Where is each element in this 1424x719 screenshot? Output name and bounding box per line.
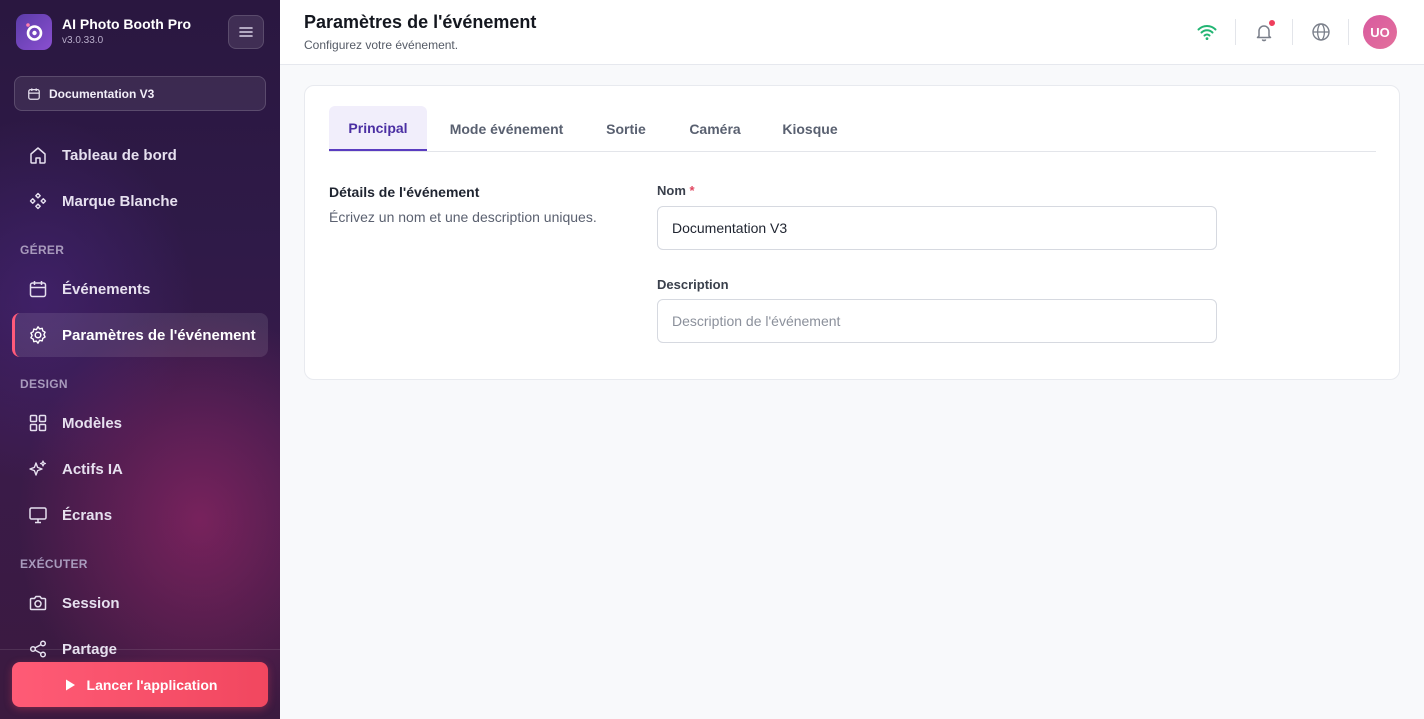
event-details-description: Écrivez un nom et une description unique… [329, 209, 597, 225]
wifi-status-icon[interactable] [1195, 20, 1219, 44]
sidebar-item-label: Événements [62, 280, 151, 298]
sidebar-item-label: Session [62, 594, 120, 612]
section-label-design: DESIGN [20, 377, 68, 391]
tab-output[interactable]: Sortie [594, 106, 658, 151]
calendar-icon [28, 87, 40, 100]
sidebar-item-label: Actifs IA [62, 460, 123, 478]
brand: AI Photo Booth Pro v3.0.33.0 [16, 14, 264, 50]
launch-app-label: Lancer l'application [86, 676, 218, 693]
app-logo-icon [16, 14, 52, 50]
tab-camera[interactable]: Caméra [679, 106, 751, 151]
description-field-label: Description [657, 277, 729, 292]
tab-kiosk[interactable]: Kiosque [772, 106, 848, 151]
sidebar-item-white-label[interactable]: Marque Blanche [12, 179, 268, 223]
sidebar-item-templates[interactable]: Modèles [12, 401, 268, 445]
event-details-title: Détails de l'événement [329, 184, 480, 200]
sidebar-item-label: Paramètres de l'événement [62, 326, 256, 344]
monitor-icon [29, 507, 47, 524]
name-label-text: Nom [657, 183, 686, 198]
sidebar-item-event-settings[interactable]: Paramètres de l'événement [12, 313, 268, 357]
event-selector[interactable]: Documentation V3 [14, 76, 266, 111]
globe-icon [1312, 23, 1330, 41]
page-title: Paramètres de l'événement [304, 12, 537, 32]
language-button[interactable] [1309, 20, 1333, 44]
header-divider [1292, 19, 1293, 45]
app-name: AI Photo Booth Pro [62, 16, 192, 32]
sidebar-item-dashboard[interactable]: Tableau de bord [12, 133, 268, 177]
notifications-button[interactable] [1252, 20, 1276, 44]
name-field-label: Nom * [657, 183, 695, 198]
app-version: v3.0.33.0 [62, 35, 104, 46]
notification-dot [1269, 20, 1275, 26]
settings-tabs: Principal Mode événement Sortie Caméra K… [329, 106, 1376, 152]
header-divider [1235, 19, 1236, 45]
tab-principal[interactable]: Principal [329, 106, 427, 151]
top-header: Paramètres de l'événement Configurez vot… [280, 0, 1424, 65]
sidebar-item-session[interactable]: Session [12, 581, 268, 625]
sparkles-icon [29, 460, 47, 476]
page-subtitle: Configurez votre événement. [304, 38, 459, 52]
event-selector-label: Documentation V3 [49, 86, 155, 101]
event-settings-card: Principal Mode événement Sortie Caméra K… [304, 85, 1400, 380]
required-marker: * [689, 183, 695, 198]
brand-icon [29, 192, 47, 210]
tab-event-mode[interactable]: Mode événement [439, 106, 574, 151]
camera-icon [29, 595, 47, 611]
header-divider [1348, 19, 1349, 45]
hamburger-icon [239, 27, 253, 37]
sidebar-item-label: Modèles [62, 414, 123, 432]
event-description-input[interactable] [657, 299, 1217, 343]
menu-toggle-button[interactable] [228, 15, 264, 49]
sidebar-item-label: Tableau de bord [62, 146, 177, 164]
sidebar-item-screens[interactable]: Écrans [12, 493, 268, 537]
grid-icon [29, 414, 47, 432]
section-label-run: EXÉCUTER [20, 557, 88, 571]
event-name-input[interactable] [657, 206, 1217, 250]
sidebar-item-events[interactable]: Événements [12, 267, 268, 311]
sidebar-item-label: Marque Blanche [62, 192, 178, 210]
section-label-manage: GÉRER [20, 243, 65, 257]
gear-icon [30, 326, 46, 344]
sidebar-item-label: Écrans [62, 506, 113, 524]
sidebar-item-ai-assets[interactable]: Actifs IA [12, 447, 268, 491]
sidebar: AI Photo Booth Pro v3.0.33.0 Documentati… [0, 0, 280, 719]
calendar-icon [29, 281, 47, 298]
sidebar-divider [0, 649, 280, 650]
launch-app-button[interactable]: Lancer l'application [12, 662, 268, 707]
play-icon [65, 679, 75, 690]
home-icon [30, 147, 46, 164]
user-avatar[interactable]: UO [1363, 15, 1397, 49]
